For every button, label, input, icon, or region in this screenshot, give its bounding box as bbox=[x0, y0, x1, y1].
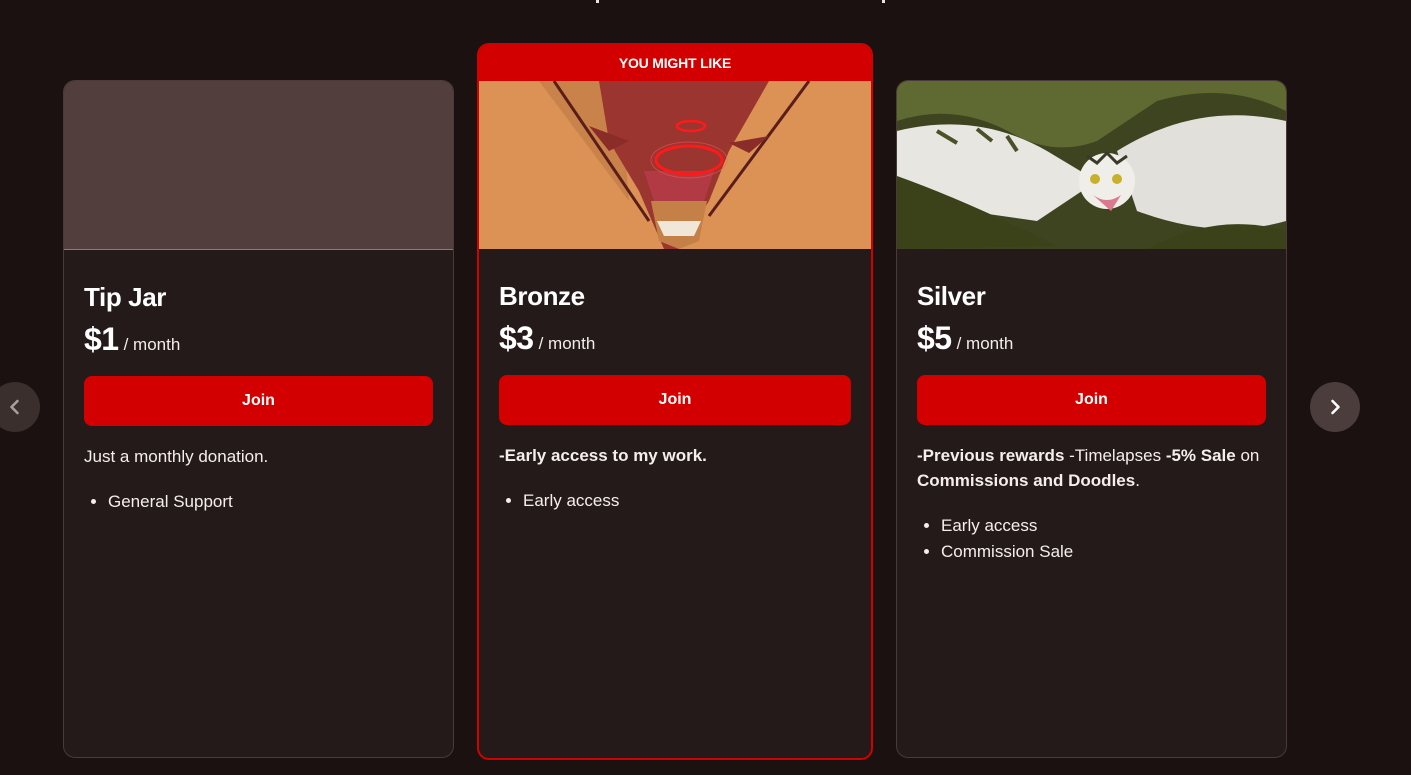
desc-part: on bbox=[1235, 446, 1260, 465]
chevron-right-icon bbox=[1331, 399, 1340, 415]
desc-part: -Timelapses bbox=[1064, 446, 1166, 465]
perk-list: General Support bbox=[84, 489, 433, 515]
tier-card-silver: Silver $5 / month Join -Previous rewards… bbox=[896, 80, 1287, 758]
tier-name: Bronze bbox=[499, 281, 585, 311]
tier-price: $3 bbox=[499, 320, 534, 356]
desc-part: -5% Sale bbox=[1165, 446, 1236, 465]
tier-description: -Early access to my work. bbox=[499, 446, 707, 465]
featured-banner: YOU MIGHT LIKE bbox=[479, 45, 871, 81]
tier-name: Silver bbox=[917, 281, 986, 311]
tier-image bbox=[479, 81, 871, 249]
chevron-left-icon bbox=[10, 399, 19, 415]
perk-item: Early access bbox=[523, 488, 851, 514]
perk-list: Early access bbox=[499, 488, 851, 514]
tier-card-tip-jar: Tip Jar $1 / month Join Just a monthly d… bbox=[63, 80, 454, 758]
tier-price: $1 bbox=[84, 321, 119, 357]
tier-card-bronze: YOU MIGHT LIKE Bronze $3 / month Join -E… bbox=[477, 43, 873, 760]
join-button-tip-jar[interactable]: Join bbox=[84, 376, 433, 426]
tier-period: / month bbox=[956, 334, 1014, 353]
perk-item: Commission Sale bbox=[941, 539, 1266, 565]
tier-image bbox=[897, 81, 1286, 249]
desc-part: Commissions and Doodles bbox=[917, 471, 1136, 490]
carousel-prev-button[interactable] bbox=[0, 382, 40, 432]
join-button-silver[interactable]: Join bbox=[917, 375, 1266, 425]
tier-description: Just a monthly donation. bbox=[84, 447, 269, 466]
tier-period: / month bbox=[123, 335, 181, 354]
tier-period: / month bbox=[538, 334, 596, 353]
tier-name: Tip Jar bbox=[84, 282, 166, 312]
perk-item: Early access bbox=[941, 513, 1266, 539]
perk-item: General Support bbox=[108, 489, 433, 515]
desc-part: -Previous rewards bbox=[917, 446, 1065, 465]
cropped-heading bbox=[596, 0, 890, 4]
tier-description: -Previous rewards -Timelapses -5% Sale o… bbox=[917, 443, 1266, 493]
carousel-next-button[interactable] bbox=[1310, 382, 1360, 432]
perk-list: Early access Commission Sale bbox=[917, 513, 1266, 565]
desc-part: . bbox=[1135, 471, 1140, 490]
tier-image bbox=[64, 81, 453, 250]
join-button-bronze[interactable]: Join bbox=[499, 375, 851, 425]
tier-price: $5 bbox=[917, 320, 952, 356]
tiers-carousel: Tip Jar $1 / month Join Just a monthly d… bbox=[0, 0, 1411, 775]
